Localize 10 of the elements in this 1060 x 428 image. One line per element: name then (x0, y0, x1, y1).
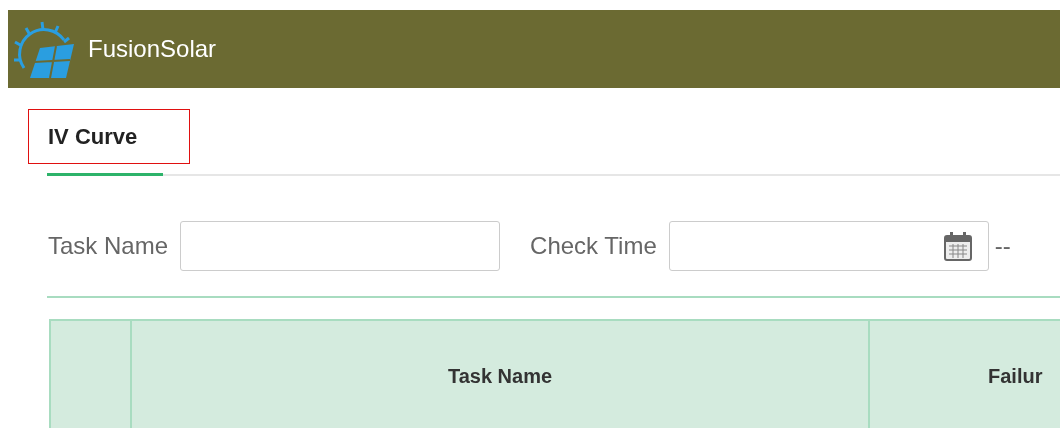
tab[interactable]: IV Curve (28, 109, 190, 164)
date-field[interactable] (668, 221, 989, 271)
calendar-icon[interactable] (941, 230, 974, 262)
app-title: FusionSolar (88, 35, 217, 63)
input-field[interactable] (180, 221, 501, 271)
column-header: Task Name (447, 364, 553, 388)
field-label: Task Name (48, 232, 169, 260)
column-header: Failur (988, 364, 1043, 388)
field-label: Check Time (530, 232, 657, 260)
range-separator: -- (994, 232, 1011, 260)
